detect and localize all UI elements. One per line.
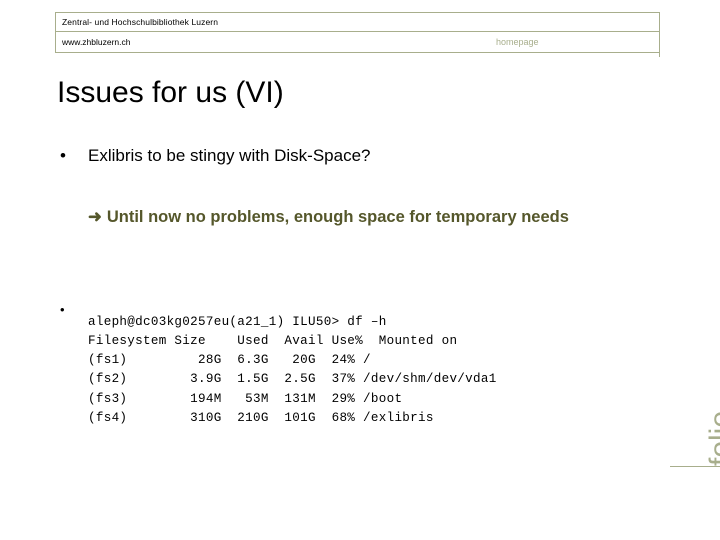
website-url: www.zhbluzern.ch [62, 37, 131, 47]
terminal-bullet-marker-icon: • [60, 302, 65, 317]
page-title: Issues for us (VI) [57, 76, 284, 109]
arrow-right-icon: ➜ [88, 208, 102, 226]
conclusion-block: ➜ Until now no problems, enough space for… [88, 206, 618, 229]
organization-name: Zentral- und Hochschulbibliothek Luzern [62, 17, 219, 27]
header-row-url: www.zhbluzern.ch homepage [56, 32, 659, 53]
conclusion-text: Until now no problems, enough space for … [106, 208, 569, 226]
homepage-link[interactable]: homepage [496, 37, 539, 47]
bullet-item-label: Exlibris to be stingy with Disk-Space? [88, 146, 371, 165]
footer-divider [670, 466, 720, 467]
header-right-tick [659, 51, 660, 57]
folie-label-text: folie [704, 410, 720, 466]
header-row-organization: Zentral- und Hochschulbibliothek Luzern [56, 13, 659, 32]
terminal-output-text: aleph@dc03kg0257eu(a21_1) ILU50> df –h F… [88, 314, 497, 426]
bullet-marker-icon: • [60, 146, 66, 165]
slide-footer-label: folie [676, 370, 720, 470]
bullet-item-disk-space: • Exlibris to be stingy with Disk-Space? [60, 146, 371, 166]
slide-header-box: Zentral- und Hochschulbibliothek Luzern … [55, 12, 660, 53]
terminal-output-block: • aleph@dc03kg0257eu(a21_1) ILU50> df –h… [60, 300, 497, 441]
